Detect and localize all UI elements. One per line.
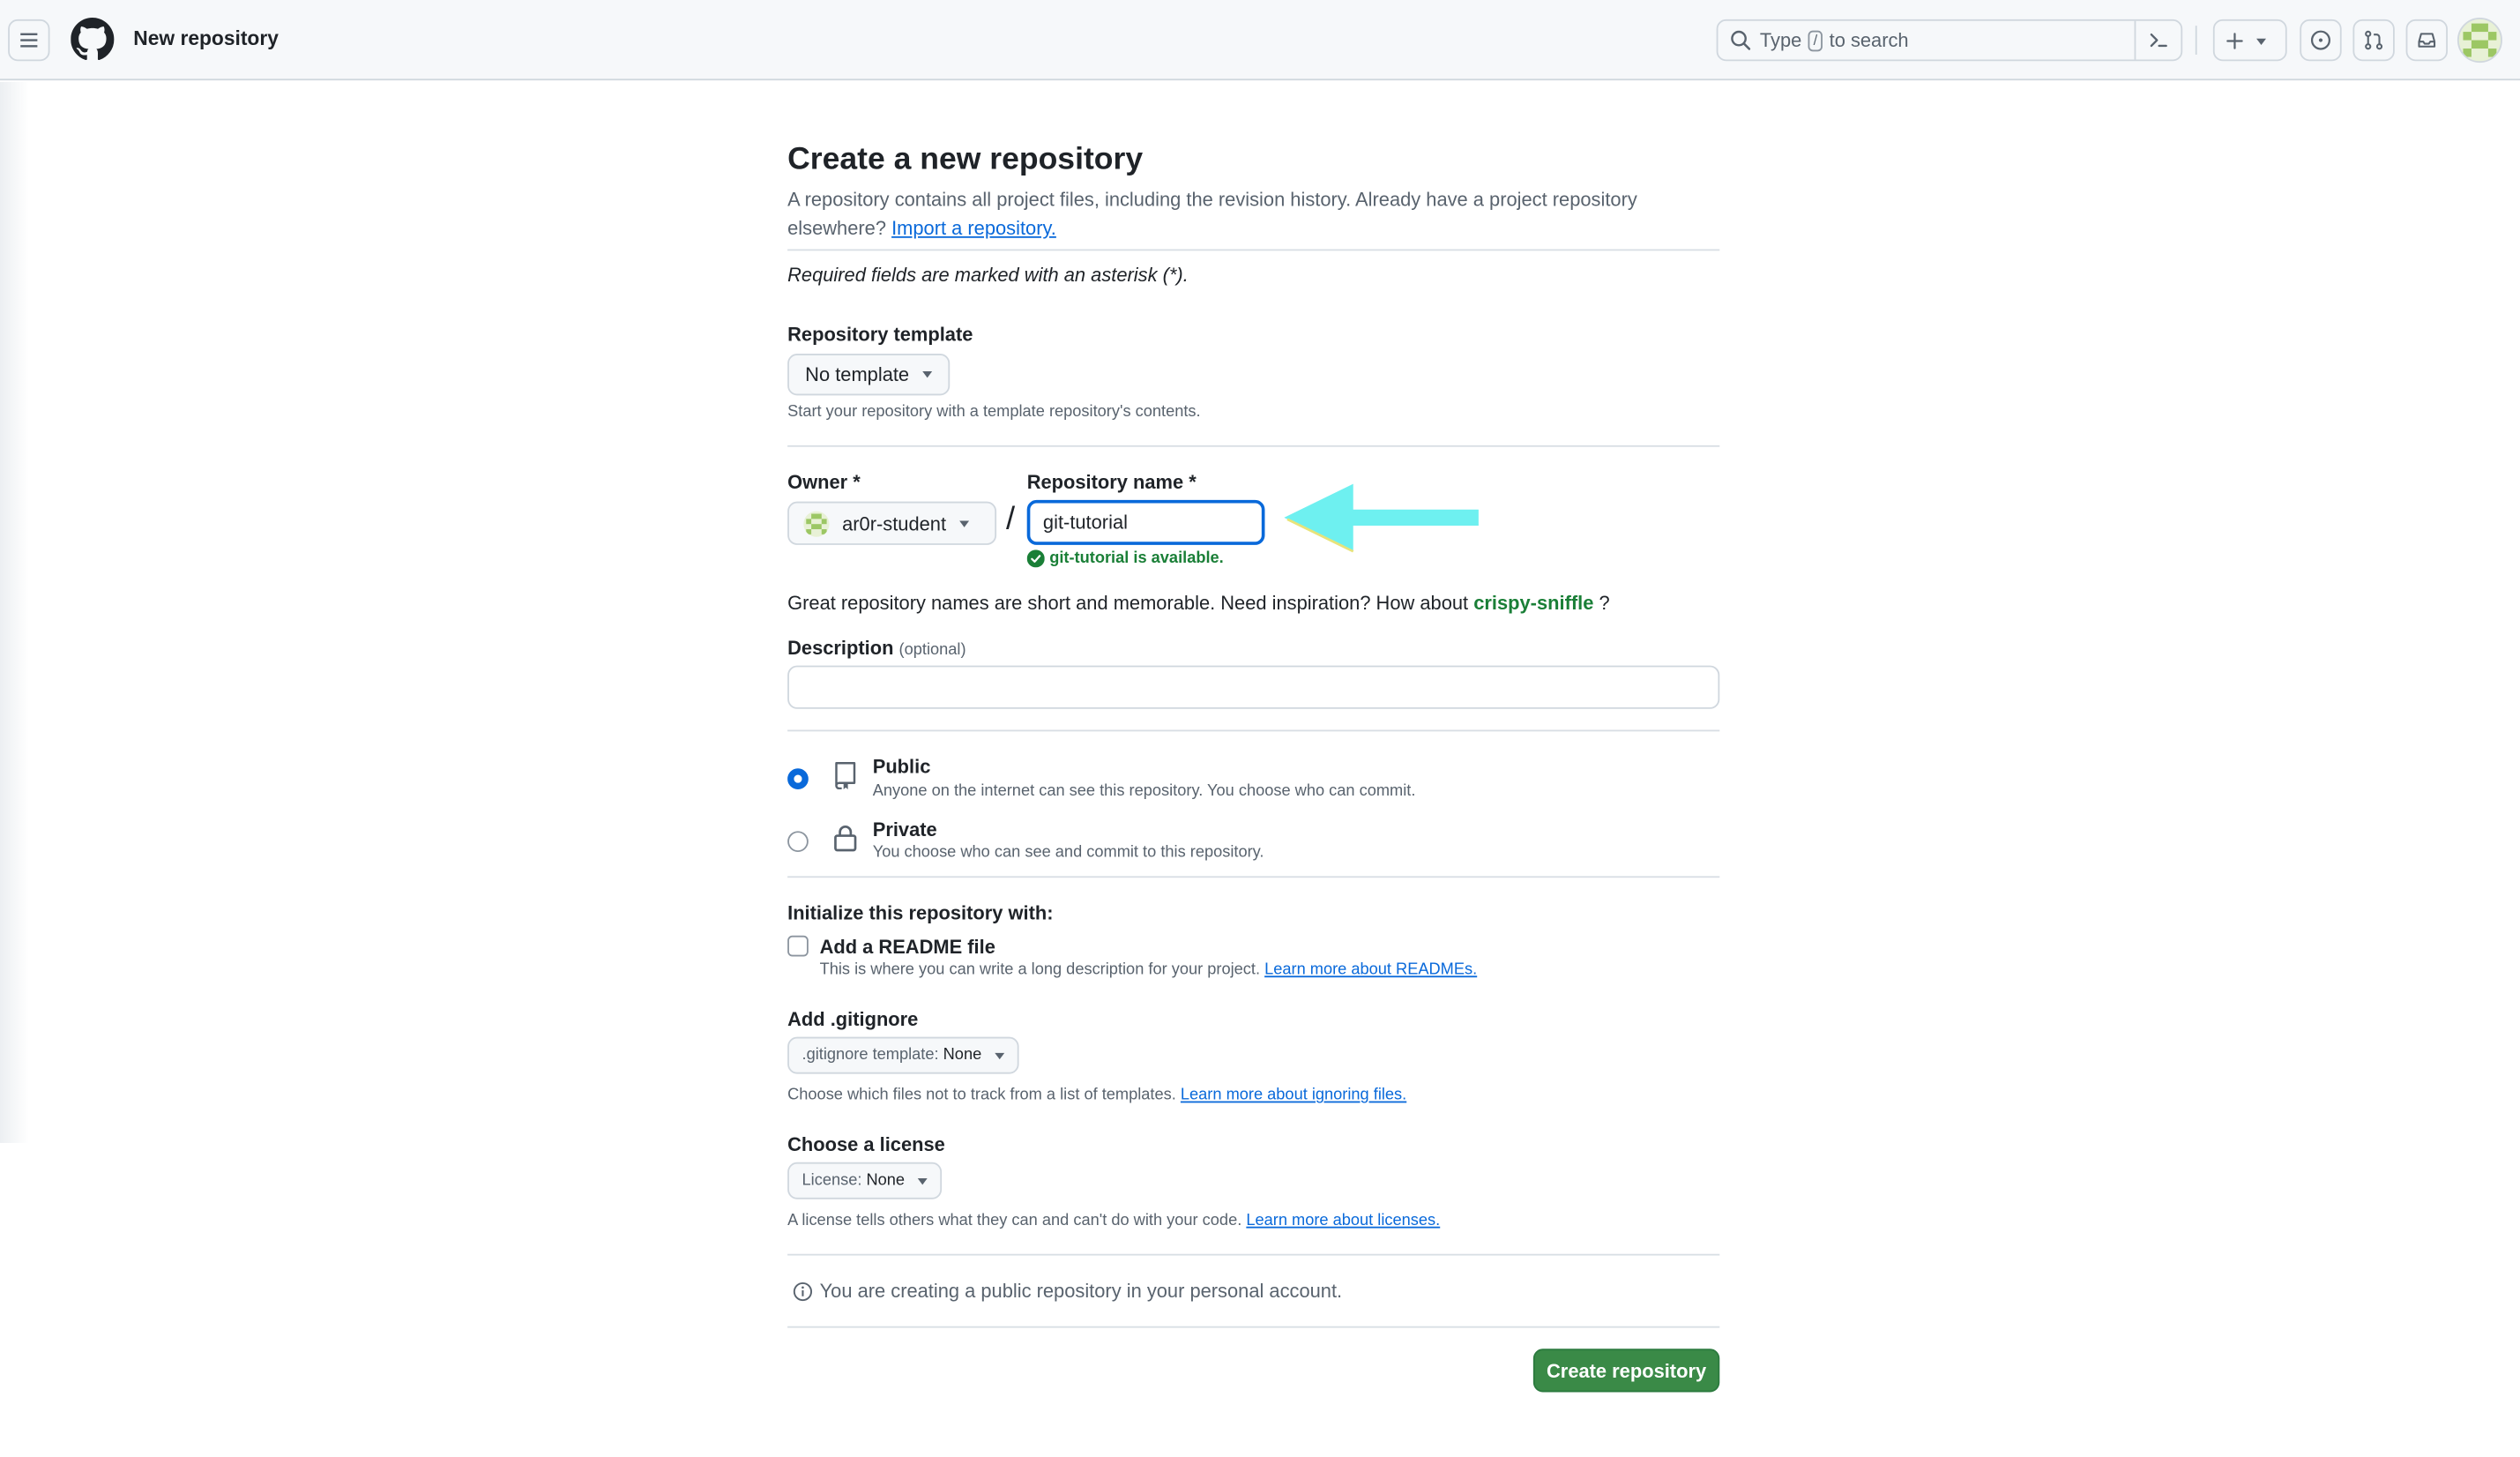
- private-description: You choose who can see and commit to thi…: [872, 843, 1264, 862]
- triangle-down-icon: [917, 1177, 928, 1184]
- search-placeholder: Type / to search: [1759, 28, 1909, 52]
- divider: [787, 1253, 1720, 1256]
- plus-icon: [2226, 33, 2243, 49]
- gitignore-select-button[interactable]: .gitignore template: None: [787, 1036, 1019, 1074]
- private-radio[interactable]: [787, 831, 809, 853]
- triangle-down-icon: [921, 371, 932, 378]
- public-radio[interactable]: [787, 768, 809, 789]
- lock-icon: [834, 826, 857, 852]
- search-icon: [1731, 30, 1751, 50]
- template-select-button[interactable]: No template: [787, 353, 950, 396]
- pull-requests-button[interactable]: [2352, 19, 2395, 62]
- identicon-icon: [2463, 23, 2497, 57]
- readme-label: Add a README file: [819, 935, 995, 959]
- learn-more-readmes-link[interactable]: Learn more about READMEs.: [1264, 961, 1477, 979]
- description-input[interactable]: [787, 665, 1720, 709]
- divider: [787, 876, 1720, 878]
- menu-button[interactable]: [8, 19, 50, 62]
- page-heading: Create a new repository: [787, 141, 1144, 177]
- repository-name-label: Repository name *: [1026, 471, 1197, 494]
- license-hint: A license tells others what they can and…: [787, 1212, 1441, 1230]
- required-fields-note: Required fields are marked with an aster…: [787, 263, 1189, 287]
- template-selected-value: No template: [805, 362, 910, 386]
- command-palette-button[interactable]: [2134, 20, 2181, 60]
- user-avatar[interactable]: [2457, 18, 2502, 64]
- github-logo-icon[interactable]: [71, 18, 115, 61]
- public-label: Public: [872, 755, 931, 779]
- hamburger-icon: [20, 33, 38, 48]
- description-label: Description (optional): [787, 636, 966, 660]
- readme-description: This is where you can write a long descr…: [819, 960, 1478, 980]
- import-repository-link[interactable]: Import a repository.: [891, 217, 1056, 240]
- check-circle-fill-icon: [1026, 549, 1045, 568]
- repository-name-input[interactable]: [1026, 499, 1265, 545]
- annotation-arrow-icon: [1284, 483, 1479, 553]
- suggested-name-link[interactable]: crispy-sniffle: [1473, 592, 1593, 615]
- inbox-icon: [2418, 33, 2436, 48]
- divider: [787, 249, 1720, 251]
- left-edge-shadow: [0, 81, 29, 1143]
- triangle-down-icon: [2256, 38, 2267, 46]
- gitignore-hint: Choose which files not to track from a l…: [787, 1087, 1407, 1105]
- divider: [787, 1326, 1720, 1328]
- name-suggestion: Great repository names are short and mem…: [787, 591, 1610, 615]
- issues-button[interactable]: [2300, 19, 2342, 62]
- initialize-heading: Initialize this repository with:: [787, 901, 1054, 925]
- license-select-button[interactable]: License: None: [787, 1162, 942, 1199]
- owner-repo-separator: /: [1006, 501, 1016, 537]
- search-input[interactable]: Type / to search: [1716, 19, 2183, 62]
- learn-more-licenses-link[interactable]: Learn more about licenses.: [1246, 1212, 1440, 1229]
- owner-selected-value: ar0r-student: [842, 512, 947, 535]
- issue-opened-icon: [2310, 30, 2330, 50]
- name-availability-status: git-tutorial is available.: [1026, 549, 1224, 568]
- git-pull-request-icon: [2365, 30, 2383, 50]
- divider: [787, 445, 1720, 447]
- create-new-button[interactable]: [2212, 19, 2287, 62]
- owner-select-button[interactable]: ar0r-student: [787, 501, 997, 545]
- template-hint: Start your repository with a template re…: [787, 403, 1201, 422]
- triangle-down-icon: [958, 519, 969, 527]
- readme-checkbox[interactable]: [787, 935, 809, 957]
- learn-more-ignoring-files-link[interactable]: Learn more about ignoring files.: [1181, 1087, 1406, 1104]
- gitignore-label: Add .gitignore: [787, 1007, 919, 1031]
- create-repository-button[interactable]: Create repository: [1532, 1349, 1720, 1393]
- repo-icon: [835, 761, 856, 789]
- owner-label: Owner *: [787, 471, 861, 494]
- intro-text: A repository contains all project files,…: [787, 188, 1637, 240]
- private-label: Private: [872, 818, 937, 841]
- page-title: New repository: [133, 26, 279, 50]
- visibility-info: You are creating a public repository in …: [793, 1280, 1342, 1302]
- public-description: Anyone on the internet can see this repo…: [872, 782, 1416, 801]
- license-label: Choose a license: [787, 1133, 945, 1156]
- divider: [787, 729, 1720, 732]
- global-header: New repository Type / to search: [0, 0, 2520, 81]
- terminal-icon: [2150, 33, 2167, 48]
- inbox-button[interactable]: [2405, 19, 2448, 62]
- owner-avatar-icon: [803, 510, 830, 536]
- triangle-down-icon: [994, 1051, 1004, 1059]
- header-divider: [2195, 26, 2197, 55]
- template-label: Repository template: [787, 323, 973, 346]
- info-icon: [793, 1281, 813, 1301]
